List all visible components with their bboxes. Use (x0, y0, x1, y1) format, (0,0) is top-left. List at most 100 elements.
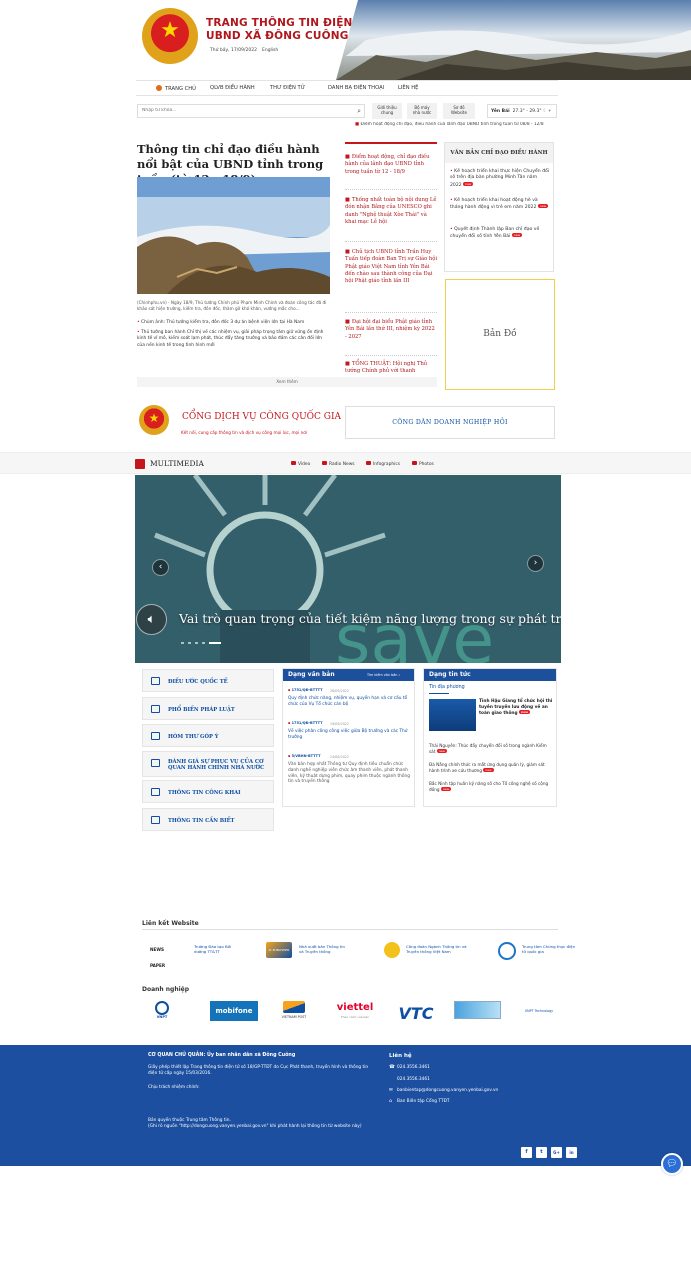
viettel-logo[interactable]: viettel Theo cách của bạn (330, 1001, 380, 1023)
menu-public-info[interactable]: THÔNG TIN CÔNG KHAI (142, 780, 274, 803)
doc-description[interactable]: Về việc phân công công việc giữa Bộ trưở… (288, 729, 412, 741)
photo-icon (412, 461, 417, 465)
tab-infographics[interactable]: Infographics (366, 461, 400, 467)
linkedin-icon[interactable]: in (566, 1147, 577, 1158)
slider-dot[interactable] (188, 642, 191, 644)
multimedia-slider[interactable]: save ‹ › 🔈︎ Vai trò quan trọng của tiết … (135, 475, 561, 663)
citizen-business-qa-button[interactable]: CÔNG DÂN DOANH NGHIỆP HỎI (345, 406, 555, 439)
directive-item[interactable]: • Kế hoạch triển khai hoạt động hè và th… (450, 198, 550, 212)
doc-description[interactable]: Văn bản hợp nhất Thông tư Quy định tiêu … (288, 762, 412, 785)
tab-video[interactable]: Video (291, 461, 310, 467)
doc-number[interactable]: ▪ 1751/QĐ-BTTTT (288, 721, 323, 725)
info-icon (151, 816, 160, 824)
link-training-school[interactable]: NEWS PAPER Trường Đào tạo Bồi dưỡng TT&T… (150, 940, 240, 968)
search-icon[interactable]: ⌕ (357, 107, 361, 116)
menu-international-treaties[interactable]: ĐIỀU ƯỚC QUỐC TẾ (142, 669, 274, 692)
link-publisher[interactable]: IC PUBLISHER Nhà xuất bản Thông tin và T… (266, 940, 356, 960)
documents-search-label: Tìm kiếm văn bản (367, 673, 398, 677)
menu-law-dissemination[interactable]: PHỔ BIẾN PHÁP LUẬT (142, 697, 274, 720)
viettel-text: viettel (336, 1002, 374, 1013)
slide-caption[interactable]: Vai trò quan trọng của tiết kiệm năng lư… (179, 611, 561, 626)
link-certification-center[interactable]: Trung tâm Chứng thực điện tử quốc gia (498, 940, 578, 960)
mobifone-logo[interactable]: mobifone (210, 1001, 258, 1021)
list-item[interactable]: ■ Thống nhất toàn bộ nội dung Lễ đón nhận… (345, 197, 437, 226)
footer-phone-1[interactable]: ☎ 024.3556.3461 (389, 1065, 430, 1070)
footer-editorial[interactable]: ⌂ Ban Biên tập Cổng TTĐT (389, 1099, 450, 1104)
doc-description[interactable]: Quy định chức năng, nhiệm vụ, quyền hạn … (288, 696, 412, 708)
twitter-icon[interactable]: t (536, 1147, 547, 1158)
google-plus-icon[interactable]: G+ (551, 1147, 562, 1158)
editorial-text: Ban Biên tập Cổng TTĐT (397, 1099, 450, 1104)
documents-search-link[interactable]: Tìm kiếm văn bản ⌕ (367, 673, 400, 677)
directive-item[interactable]: • Kế hoạch triển khai thực hiện Chuyển đ… (450, 169, 550, 189)
weather-widget[interactable]: Yên Bái 27.3° - 29.3° ☾ ▾ (487, 104, 557, 118)
news-item[interactable]: Bắc Ninh tập huấn kỹ năng số cho Tổ công… (429, 781, 553, 792)
quick-link-government[interactable]: Bộ máy nhà nước (407, 103, 437, 119)
news-featured-title[interactable]: Tỉnh Hậu Giang tổ chức hội thi tuyên tru… (479, 699, 553, 717)
menu-service-evaluation[interactable]: ĐÁNH GIÁ SỰ PHỤC VỤ CỦA CƠ QUAN HÀNH CHÍ… (142, 751, 274, 777)
national-emblem-logo[interactable]: ★ (142, 8, 198, 64)
news-ticker[interactable]: ■ Điểm hoạt động chỉ đạo, điều hành của … (355, 122, 555, 127)
tab-label: Infographics (373, 462, 401, 467)
link-trade-union[interactable]: Công đoàn Ngành Thông tin và Truyền thôn… (384, 940, 474, 960)
map-widget[interactable]: Bản Đồ (445, 279, 555, 390)
quick-link-intro[interactable]: Giới thiệu chung (372, 103, 402, 119)
list-item[interactable]: ■ Đại hội đại biểu Phật giáo tỉnh Yên Bái… (345, 319, 437, 341)
tab-photos[interactable]: Photos (412, 461, 434, 467)
chat-icon[interactable]: 💬︎ (661, 1153, 683, 1175)
list-item[interactable]: ■ TỔNG THUẬT: Hội nghị Thủ tướng Chính ph… (345, 361, 437, 376)
nav-email[interactable]: THƯ ĐIỆN TỬ (270, 85, 305, 91)
search-box: ⌕ (137, 104, 365, 118)
tab-radio-news[interactable]: Radio News (322, 461, 355, 467)
facebook-icon[interactable]: f (521, 1147, 532, 1158)
quick-link-sitemap[interactable]: Sơ đồ Website (443, 103, 475, 119)
list-item-text: Thống nhất toàn bộ nội dung Lễ đón nhận … (345, 197, 437, 225)
partner-logo[interactable] (454, 1001, 501, 1019)
vnpt-logo[interactable]: VNPT (149, 1001, 175, 1023)
national-emblem-icon: ★ (139, 405, 169, 435)
menu-need-to-know[interactable]: THÔNG TIN CẦN BIẾT (142, 808, 274, 831)
menu-feedback-box[interactable]: HÒM THƯ GÓP Ý (142, 724, 274, 747)
list-item[interactable]: ■ Chủ tịch UBND tỉnh Trần Huy Tuấn tiếp đ… (345, 249, 437, 285)
list-item[interactable]: ■ Điểm hoạt động, chỉ đạo điều hành của l… (345, 154, 437, 176)
feature-image[interactable] (137, 177, 330, 294)
vnpt-technology-logo[interactable]: VNPT Technology (518, 1001, 560, 1023)
doc-number[interactable]: ▪ 1751/QĐ-BTTTT (288, 688, 323, 692)
see-more-button[interactable]: Xem thêm (137, 377, 437, 387)
feature-caption: (Chinhphu.vn) - Ngày 18/9, Thủ tướng Chí… (137, 300, 327, 311)
english-link[interactable]: English (262, 48, 278, 53)
nav-phonebook[interactable]: DANH BẠ ĐIỆN THOẠI (328, 85, 384, 91)
slider-dot[interactable] (202, 642, 205, 644)
footer-email[interactable]: ✉ banbientap@dongcuong.vanyen.yenbai.gov.… (389, 1088, 498, 1093)
search-input[interactable] (142, 108, 342, 113)
site-header: ★ TRANG THÔNG TIN ĐIỆN TỬ UBND XÃ ĐÔNG C… (136, 0, 691, 80)
nav-contact[interactable]: LIÊN HỆ (398, 85, 418, 91)
nav-home[interactable]: TRANG CHỦ (156, 85, 196, 92)
feature-related-2[interactable]: • Thủ tướng ban hành Chỉ thị về các nhiệ… (137, 330, 329, 349)
nav-qlvb[interactable]: QLVB ĐIỀU HÀNH (210, 85, 255, 91)
news-thumbnail[interactable] (429, 699, 476, 731)
vtc-logo[interactable]: VTC (392, 1001, 440, 1027)
new-badge: new (483, 767, 494, 772)
news-subtitle[interactable]: Tin địa phương (429, 685, 465, 690)
menu-label: HÒM THƯ GÓP Ý (168, 733, 219, 740)
header-landscape-banner (336, 0, 691, 80)
vietnam-post-logo[interactable]: VIETNAM POST (272, 1001, 316, 1023)
slider-dot[interactable] (181, 642, 184, 644)
public-service-portal-banner[interactable]: ★ CỔNG DỊCH VỤ CÔNG QUỐC GIA Kết nối, cu… (136, 400, 341, 440)
feature-related-1[interactable]: • Chùm ảnh: Thủ tướng kiểm tra, đôn đốc … (137, 320, 329, 326)
directive-item[interactable]: • Quyết định Thành lập Ban chỉ đạo về ch… (450, 227, 550, 241)
slider-next-button[interactable]: › (527, 555, 544, 572)
new-badge: new (537, 204, 549, 209)
footer-phone-2[interactable]: 024.3556.3461 (389, 1077, 430, 1082)
doc-number[interactable]: ▪ 5/VBHN-BTTTT (288, 754, 320, 758)
slider-prev-button[interactable]: ‹ (152, 559, 169, 576)
slider-dot-active[interactable] (209, 642, 221, 644)
home-icon (156, 85, 162, 91)
multimedia-icon (135, 459, 145, 469)
news-item[interactable]: Thái Nguyên: Thúc đẩy chuyển đổi số tron… (429, 743, 553, 754)
audio-speaker-icon[interactable]: 🔈︎ (136, 604, 167, 635)
slider-dot[interactable] (195, 642, 198, 644)
news-item[interactable]: Đà Nẵng chính thức ra mắt ứng dụng quản … (429, 762, 553, 773)
vietnam-post-text: VIETNAM POST (281, 1015, 307, 1019)
